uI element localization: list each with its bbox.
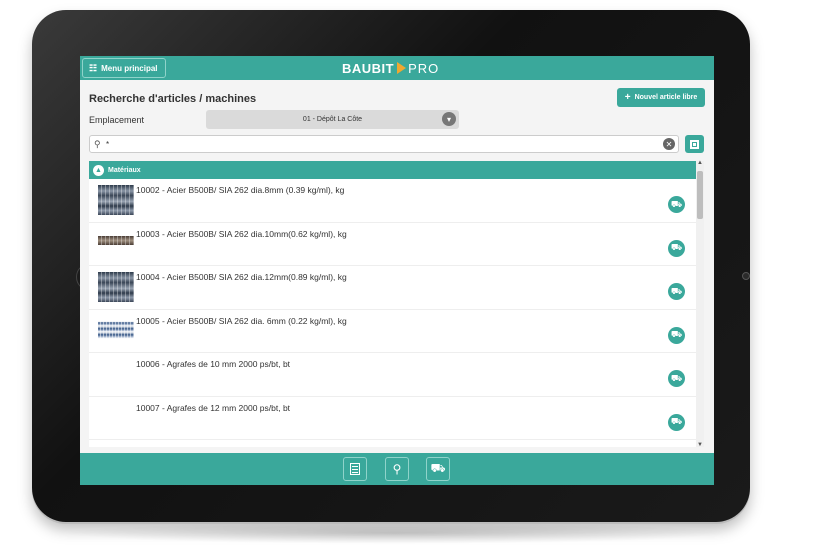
add-to-cart-icon[interactable]: ⛟ [668, 283, 685, 300]
main-menu-button[interactable]: ☷ Menu principal [82, 58, 166, 78]
list-icon [350, 463, 360, 475]
search-field[interactable]: ⚲ ✕ [89, 135, 679, 153]
plus-icon: + [624, 92, 631, 103]
search-input[interactable] [106, 138, 646, 150]
new-free-article-button[interactable]: + Nouvel article libre [617, 88, 705, 107]
menu-icon: ☷ [89, 62, 98, 73]
chevron-down-icon: ▾ [442, 112, 456, 126]
page-title: Recherche d'articles / machines [89, 93, 257, 105]
location-select[interactable]: 01 - Dépôt La Côte ▾ [206, 110, 459, 129]
item-label: 10003 - Acier B500B/ SIA 262 dia.10mm(0.… [136, 228, 347, 239]
list-item[interactable]: 10003 - Acier B500B/ SIA 262 dia.10mm(0.… [89, 222, 696, 266]
item-label: 10002 - Acier B500B/ SIA 262 dia.8mm (0.… [136, 185, 345, 195]
item-label: 10007 - Agrafes de 12 mm 2000 ps/bt, bt [136, 402, 291, 413]
app-screen: ☷ Menu principal BAUBIT PRO Recherche d'… [80, 56, 714, 485]
add-to-cart-icon[interactable]: ⛟ [668, 196, 685, 213]
scan-icon: ⛟ [430, 461, 446, 475]
list-scrollbar[interactable]: ▲ ▼ [696, 160, 704, 448]
item-thumbnail [98, 403, 134, 433]
qr-scan-button[interactable] [685, 135, 704, 153]
section-title: Matériaux [108, 166, 141, 174]
brand-suffix: PRO [408, 60, 440, 76]
add-to-cart-icon[interactable]: ⛟ [668, 370, 685, 387]
main-menu-label: Menu principal [101, 63, 158, 73]
item-thumbnail [98, 317, 134, 342]
item-label: 10006 - Agrafes de 10 mm 2000 ps/bt, bt [136, 359, 291, 369]
top-bar: ☷ Menu principal BAUBIT PRO [80, 56, 714, 80]
list-view-button[interactable] [343, 457, 367, 481]
location-selected-value: 01 - Dépôt La Côte [302, 116, 363, 123]
item-label: 10004 - Acier B500B/ SIA 262 dia.12mm(0.… [136, 272, 347, 282]
new-free-article-label: Nouvel article libre [634, 94, 698, 101]
brand-triangle-icon [397, 62, 407, 74]
search-button[interactable]: ⚲ [385, 457, 409, 481]
scroll-down-icon[interactable]: ▼ [697, 442, 703, 448]
item-thumbnail [98, 272, 134, 302]
list-item[interactable]: 10004 - Acier B500B/ SIA 262 dia.12mm(0.… [89, 266, 696, 310]
list-item[interactable]: 10005 - Acier B500B/ SIA 262 dia. 6mm (0… [89, 309, 696, 353]
section-header-materials[interactable]: ▲ Matériaux [89, 161, 696, 179]
bottom-toolbar: ⚲ ⛟ [80, 453, 714, 485]
item-label: 10005 - Acier B500B/ SIA 262 dia. 6mm (0… [136, 315, 347, 326]
scan-button[interactable]: ⛟ [426, 457, 450, 481]
search-icon: ⚲ [94, 139, 101, 149]
item-thumbnail [98, 185, 134, 215]
list-item[interactable]: 10002 - Acier B500B/ SIA 262 dia.8mm (0.… [89, 179, 696, 223]
scrollbar-thumb[interactable] [697, 171, 703, 219]
location-label: Emplacement [89, 115, 145, 125]
brand-name: BAUBIT [342, 60, 395, 76]
chevron-up-icon: ▲ [93, 164, 104, 176]
qr-code-icon [690, 139, 699, 149]
search-icon: ⚲ [392, 462, 402, 476]
list-item[interactable]: 10007 - Agrafes de 12 mm 2000 ps/bt, bt … [89, 396, 696, 440]
item-thumbnail [98, 235, 134, 245]
camera [742, 272, 750, 280]
brand-logo: BAUBIT PRO [342, 60, 439, 76]
item-thumbnail [98, 359, 134, 389]
article-rows: 10002 - Acier B500B/ SIA 262 dia.8mm (0.… [89, 179, 696, 440]
tablet-shadow [60, 522, 730, 544]
add-to-cart-icon[interactable]: ⛟ [668, 326, 685, 344]
list-item[interactable]: 10006 - Agrafes de 10 mm 2000 ps/bt, bt … [89, 353, 696, 397]
scroll-up-icon[interactable]: ▲ [697, 160, 703, 166]
article-list: ▲ Matériaux 10002 - Acier B500B/ SIA 262… [89, 161, 696, 447]
add-to-cart-icon[interactable]: ⛟ [668, 413, 685, 431]
add-to-cart-icon[interactable]: ⛟ [668, 239, 685, 257]
clear-search-icon[interactable]: ✕ [663, 138, 675, 150]
